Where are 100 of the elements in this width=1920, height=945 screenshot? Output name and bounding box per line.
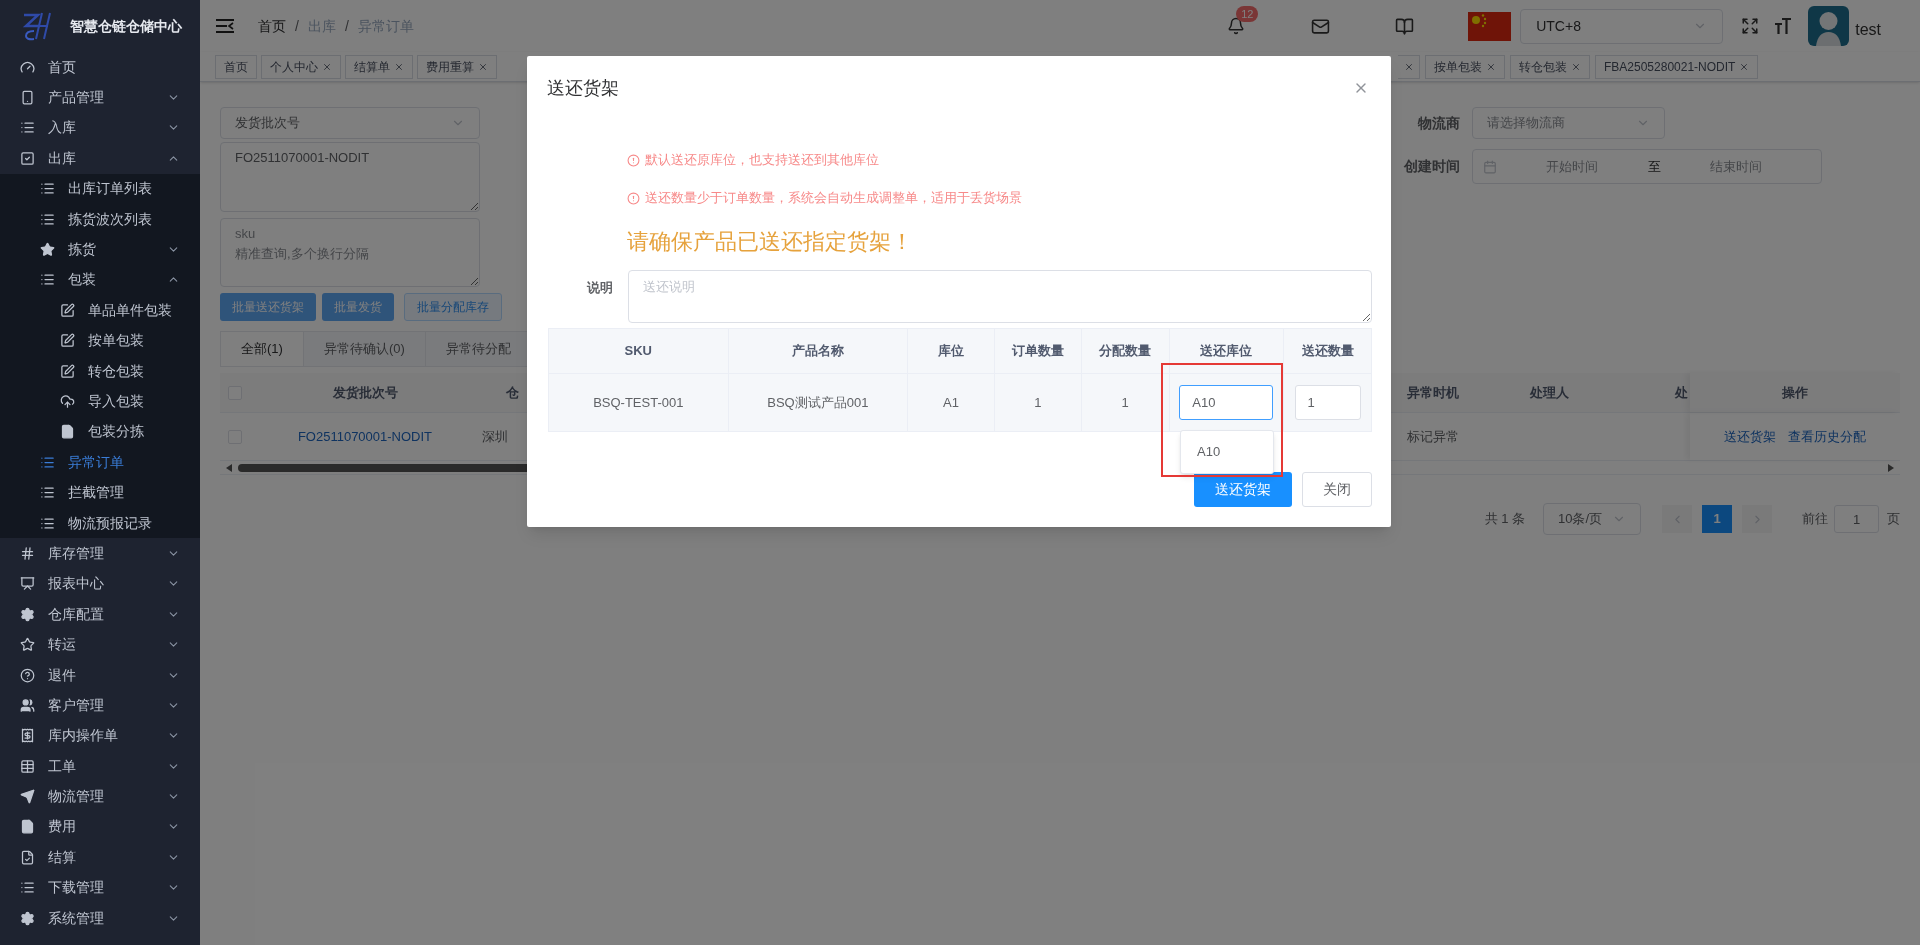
breadcrumb-separator: / <box>344 16 349 36</box>
menu-item[interactable]: 拣货波次列表 <box>0 203 200 235</box>
tab[interactable]: 按单包装 <box>1425 54 1505 79</box>
menu-item[interactable]: 入库 <box>0 112 200 144</box>
menu-item[interactable]: 首页 <box>0 52 200 83</box>
document-icon <box>60 424 75 440</box>
list-icon <box>40 515 55 531</box>
users-icon <box>20 697 35 713</box>
tab[interactable]: 费用重算 <box>417 54 497 79</box>
table-cell: 深圳 <box>482 428 508 444</box>
location-field[interactable]: A10 <box>1179 385 1274 420</box>
table-cell-text: A1 <box>943 393 959 412</box>
phone-icon <box>20 90 35 106</box>
batch-number-field[interactable]: FO2511070001-NODIT <box>220 142 480 212</box>
menu-item[interactable]: 仓库配置 <box>0 599 200 630</box>
menu-item[interactable]: 工单 <box>0 751 200 782</box>
edit-icon <box>60 333 75 349</box>
menu-item[interactable]: 包装分拣 <box>0 416 200 448</box>
menu-item[interactable]: 出库 <box>0 143 200 174</box>
menu-item[interactable]: 库内操作单 <box>0 720 200 751</box>
send-icon <box>20 789 35 805</box>
flag-icon[interactable] <box>1468 11 1512 41</box>
avatar <box>1808 6 1850 46</box>
menu-item[interactable]: 费用 <box>0 811 200 843</box>
menu-item[interactable]: 产品管理 <box>0 82 200 113</box>
menu-item[interactable]: 报表中心 <box>0 568 200 600</box>
table-cell-text: 1 <box>1121 393 1129 412</box>
tab[interactable]: 首页 <box>215 54 257 79</box>
column-header: 订单数量 <box>1011 342 1064 361</box>
breadcrumb-item[interactable]: 首页 <box>258 15 286 37</box>
menu-item[interactable]: 拦截管理 <box>0 477 200 508</box>
menu-item[interactable]: 客户管理 <box>0 690 200 721</box>
column-header: SKU <box>624 342 652 361</box>
menu-item[interactable]: 结算 <box>0 842 200 873</box>
table-icon <box>20 758 35 774</box>
close-icon[interactable] <box>1739 61 1750 72</box>
tab[interactable]: FBA2505280021-NODIT <box>1595 54 1759 79</box>
remark-field[interactable]: 送还说明 <box>628 270 1372 323</box>
dialog-button[interactable]: 关闭 <box>1302 472 1372 507</box>
menu-item[interactable]: 物流预报记录 <box>0 507 200 539</box>
menu-item[interactable]: 物流管理 <box>0 781 200 812</box>
close-icon[interactable] <box>1486 61 1496 72</box>
tab[interactable] <box>1398 54 1420 79</box>
notification-icon[interactable] <box>1227 17 1246 35</box>
menu-item[interactable]: 下载管理 <box>0 872 200 903</box>
checkbox-icon <box>20 150 35 166</box>
field-label: 物流商 <box>1416 113 1460 133</box>
column-header: 处 <box>1675 384 1688 400</box>
mail-icon[interactable] <box>1310 16 1330 36</box>
close-icon[interactable] <box>322 61 332 72</box>
menu-item[interactable]: 单品单件包装 <box>0 295 200 326</box>
field-label: 创建时间 <box>1403 157 1460 176</box>
total-count: 共 1 条 <box>1484 510 1525 529</box>
menu-item[interactable]: 包装 <box>0 264 200 296</box>
tab[interactable]: 个人中心 <box>261 54 341 79</box>
column-header: 送还数量 <box>1301 342 1354 361</box>
close-icon[interactable] <box>478 61 488 72</box>
user-name: test <box>1855 20 1881 40</box>
menu-item[interactable]: 出库订单列表 <box>0 173 200 204</box>
row-action-link[interactable]: 查看历史分配 <box>1788 426 1866 447</box>
menu-item[interactable]: 库存管理 <box>0 538 200 569</box>
tab[interactable]: 转仓包装 <box>1510 54 1590 79</box>
menu-item[interactable]: 导入包装 <box>0 386 200 417</box>
list-icon <box>40 181 55 197</box>
document-icon <box>20 819 35 835</box>
page-size-select[interactable]: 10条/页 <box>1543 503 1641 535</box>
tab[interactable]: 结算单 <box>345 54 413 79</box>
book-icon[interactable] <box>1394 16 1414 36</box>
quantity-field[interactable]: 1 <box>1294 385 1361 420</box>
warning-text: 请确保产品已送还指定货架！ <box>627 228 913 256</box>
suggestion-item[interactable]: A10 <box>1181 437 1273 467</box>
file-check-icon <box>20 849 35 865</box>
page-suffix: 页 <box>1887 510 1900 529</box>
font-size-icon[interactable] <box>1774 17 1793 35</box>
goto-label: 前往 <box>1802 510 1828 529</box>
close-icon[interactable] <box>1403 61 1414 72</box>
note-text: 送还数量少于订单数量，系统会自动生成调整单，适用于丢货场景 <box>645 189 1022 208</box>
column-header: 分配数量 <box>1099 342 1152 361</box>
board-icon <box>20 576 35 592</box>
help-icon <box>20 667 35 683</box>
close-icon[interactable] <box>394 61 404 72</box>
menu-item[interactable]: 系统管理 <box>0 902 200 934</box>
menu-item[interactable]: 拣货 <box>0 234 200 265</box>
menu-fold-icon[interactable] <box>216 19 234 33</box>
menu-item[interactable]: 转仓包装 <box>0 355 200 387</box>
edit-icon <box>60 302 75 318</box>
batch-type-select[interactable]: 发货批次号 <box>220 107 480 139</box>
alert-icon <box>627 153 640 167</box>
list-icon <box>20 880 35 896</box>
column-header: 操作 <box>1782 383 1808 402</box>
star-icon <box>20 637 35 653</box>
menu-item[interactable]: 转运 <box>0 629 200 660</box>
menu-item[interactable]: 退件 <box>0 659 200 691</box>
table-cell: 标记异常 <box>1407 428 1459 444</box>
timezone-select[interactable]: UTC+8 <box>1520 8 1724 44</box>
menu-item[interactable]: 按单包装 <box>0 325 200 356</box>
menu-item[interactable]: 异常订单 <box>0 447 200 478</box>
status-tab[interactable]: 全部(1) <box>221 332 304 366</box>
fullscreen-icon[interactable] <box>1741 17 1760 35</box>
close-icon[interactable] <box>1571 61 1581 72</box>
